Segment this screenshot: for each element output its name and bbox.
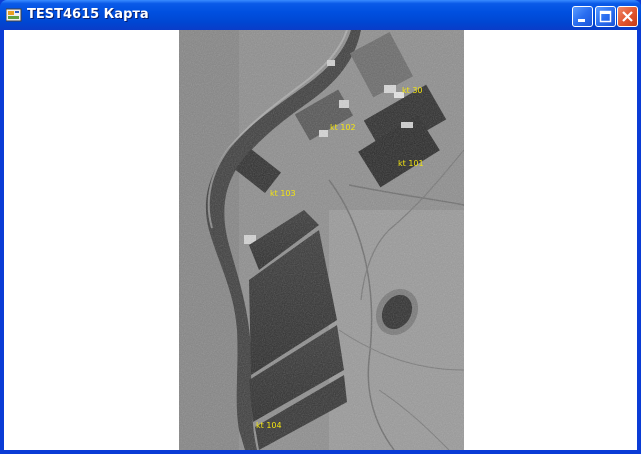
window-title: TEST4615 Карта [27, 7, 149, 22]
map-marker-label[interactable]: kt 102 [330, 123, 356, 132]
map-marker-label[interactable]: kt 30 [402, 86, 423, 95]
app-icon[interactable] [5, 8, 22, 22]
maximize-button[interactable] [595, 6, 616, 27]
minimize-icon [578, 19, 585, 22]
map-view[interactable]: kt 30 kt 102 kt 101 kt 103 kt 104 [4, 30, 637, 450]
minimize-button[interactable] [572, 6, 593, 27]
map-marker-label[interactable]: kt 104 [256, 421, 282, 430]
application-window: TEST4615 Карта kt 30 kt 102 kt 101 kt 10… [0, 0, 641, 454]
map-marker-label[interactable]: kt 103 [270, 189, 296, 198]
title-bar[interactable]: TEST4615 Карта [0, 0, 641, 30]
maximize-icon [599, 10, 612, 23]
map-marker-label[interactable]: kt 101 [398, 159, 424, 168]
close-icon [622, 11, 633, 22]
close-button[interactable] [617, 6, 638, 27]
